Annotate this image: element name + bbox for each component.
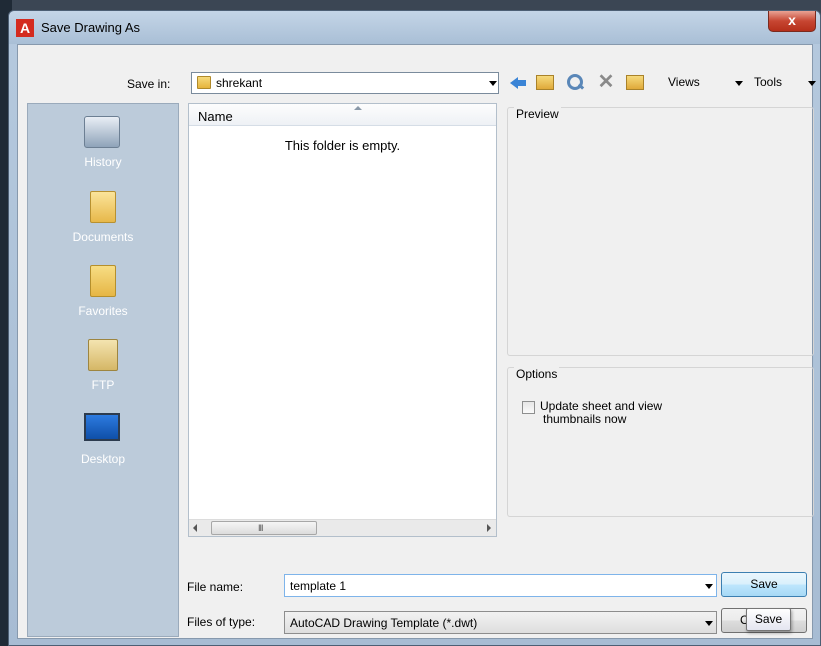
- place-desktop-label: Desktop: [80, 452, 126, 466]
- save-tooltip: Save: [746, 608, 791, 631]
- file-name-chevron-down-icon[interactable]: [705, 584, 713, 589]
- documents-icon: [90, 191, 116, 223]
- file-type-value: AutoCAD Drawing Template (*.dwt): [290, 616, 478, 630]
- title-bar[interactable]: A Save Drawing As x: [9, 11, 820, 44]
- file-name-input[interactable]: template 1: [284, 574, 717, 597]
- place-documents-label: Documents: [72, 230, 134, 244]
- save-in-dropdown[interactable]: shrekant: [191, 72, 499, 94]
- horizontal-scrollbar[interactable]: III: [189, 519, 496, 536]
- options-group: Options Update sheet and view thumbnails…: [507, 367, 814, 517]
- save-drawing-dialog: A Save Drawing As x Save in: shrekant ✕ …: [8, 10, 821, 646]
- tools-menu-label: Tools: [754, 75, 783, 89]
- dialog-client-area: Save in: shrekant ✕ Views Tools History: [17, 44, 816, 639]
- up-folder-icon[interactable]: [536, 75, 554, 90]
- folder-icon: [197, 76, 211, 89]
- window-title: Save Drawing As: [41, 20, 140, 35]
- favorites-icon: [90, 265, 116, 297]
- search-web-icon[interactable]: [566, 73, 586, 91]
- scroll-right-icon[interactable]: [487, 524, 491, 532]
- place-desktop[interactable]: Desktop: [28, 405, 178, 479]
- views-menu-button[interactable]: Views: [668, 75, 700, 89]
- tools-menu-button[interactable]: Tools: [754, 75, 782, 89]
- update-thumbnails-label[interactable]: Update sheet and view thumbnails now: [540, 400, 662, 426]
- update-thumbnails-checkbox[interactable]: [522, 401, 535, 414]
- places-bar: History Documents Favorites FTP Desktop: [27, 103, 179, 637]
- create-folder-icon[interactable]: [626, 75, 644, 90]
- file-list[interactable]: Name This folder is empty. III: [188, 103, 497, 537]
- place-favorites[interactable]: Favorites: [28, 257, 178, 331]
- preview-group: Preview: [507, 107, 814, 356]
- scroll-left-icon[interactable]: [193, 524, 197, 532]
- desktop-icon: [84, 413, 120, 441]
- file-name-label: File name:: [187, 580, 244, 594]
- toolbar: ✕ Views Tools: [506, 69, 816, 95]
- save-in-value: shrekant: [216, 76, 263, 90]
- save-button[interactable]: Save: [721, 572, 807, 597]
- autocad-app-icon: A: [16, 19, 34, 37]
- save-in-label: Save in:: [127, 77, 170, 91]
- place-history[interactable]: History: [28, 108, 178, 182]
- place-ftp[interactable]: FTP: [28, 331, 178, 405]
- update-thumbnails-label-line2: thumbnails now: [543, 412, 627, 426]
- empty-folder-message: This folder is empty.: [284, 138, 401, 153]
- back-icon[interactable]: [508, 73, 528, 91]
- scrollbar-thumb[interactable]: III: [211, 521, 317, 535]
- place-documents[interactable]: Documents: [28, 183, 178, 257]
- views-menu-label: Views: [668, 75, 700, 89]
- file-type-dropdown[interactable]: AutoCAD Drawing Template (*.dwt): [284, 611, 717, 634]
- chevron-down-icon[interactable]: [489, 81, 497, 86]
- ftp-icon: [88, 339, 118, 371]
- sort-ascending-icon: [354, 106, 362, 110]
- save-in-label-text: Save in:: [127, 77, 171, 91]
- tools-chevron-down-icon[interactable]: [808, 81, 816, 86]
- file-type-chevron-down-icon[interactable]: [705, 621, 713, 626]
- views-chevron-down-icon[interactable]: [735, 81, 743, 86]
- place-favorites-label: Favorites: [78, 304, 128, 318]
- options-title: Options: [514, 367, 560, 381]
- save-button-label: Save: [750, 577, 778, 591]
- close-button[interactable]: x: [768, 11, 816, 32]
- history-icon: [84, 116, 120, 148]
- file-name-value: template 1: [290, 579, 347, 593]
- place-ftp-label: FTP: [91, 378, 115, 392]
- column-name-label: Name: [198, 109, 233, 124]
- delete-icon[interactable]: ✕: [596, 72, 616, 92]
- close-icon: x: [788, 12, 796, 28]
- file-type-label: Files of type:: [187, 615, 256, 629]
- scrollbar-grip-icon: III: [258, 523, 263, 533]
- place-history-label: History: [84, 155, 122, 169]
- preview-title: Preview: [514, 107, 561, 121]
- column-header-name[interactable]: Name: [189, 104, 496, 126]
